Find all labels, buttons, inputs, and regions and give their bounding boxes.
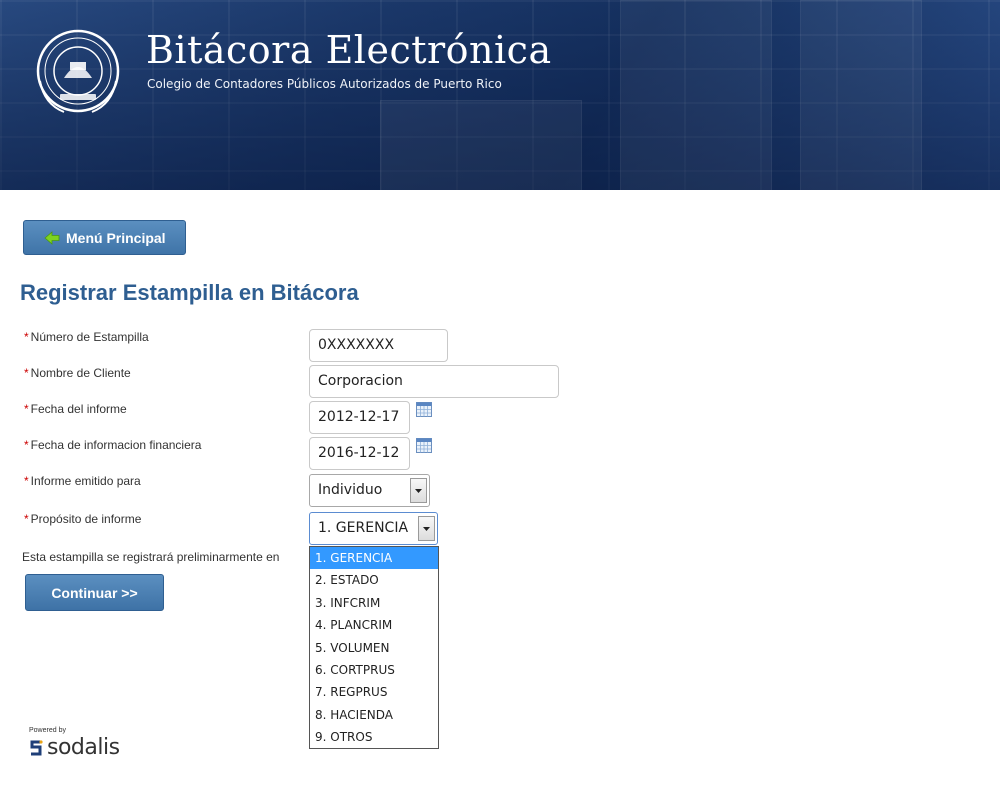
menu-principal-label: Menú Principal xyxy=(66,229,166,246)
dropdown-option[interactable]: 7. REGPRUS xyxy=(310,681,438,703)
calendar-icon[interactable] xyxy=(416,438,432,453)
required-marker: * xyxy=(24,330,29,344)
label-numero-estampilla: * Número de Estampilla xyxy=(24,330,149,344)
dropdown-option[interactable]: 2. ESTADO xyxy=(310,569,438,591)
dropdown-option[interactable]: 4. PLANCRIM xyxy=(310,614,438,636)
label-text: Fecha de informacion financiera xyxy=(30,438,202,452)
required-marker: * xyxy=(24,438,29,452)
page-title: Registrar Estampilla en Bitácora xyxy=(20,280,359,305)
label-text: Nombre de Cliente xyxy=(30,366,131,380)
calendar-icon[interactable] xyxy=(416,402,432,417)
required-marker: * xyxy=(24,474,29,488)
label-text: Propósito de informe xyxy=(30,512,142,526)
powered-by-text: Powered by xyxy=(29,727,66,734)
app-subtitle: Colegio de Contadores Públicos Autorizad… xyxy=(147,77,502,91)
banner-glass-panel xyxy=(620,0,772,190)
label-text: Fecha del informe xyxy=(30,402,127,416)
chevron-down-icon[interactable] xyxy=(418,516,435,541)
dropdown-option[interactable]: 8. HACIENDA xyxy=(310,704,438,726)
label-text: Número de Estampilla xyxy=(30,330,149,344)
banner-glass-panel xyxy=(380,100,582,190)
required-marker: * xyxy=(24,402,29,416)
required-marker: * xyxy=(24,366,29,380)
chevron-down-icon[interactable] xyxy=(410,478,427,503)
banner-glass-panel xyxy=(800,0,922,190)
proposito-informe-select[interactable]: 1. GERENCIA xyxy=(309,512,438,545)
menu-principal-button[interactable]: Menú Principal xyxy=(23,220,186,255)
fecha-informe-input[interactable]: 2012-12-17 xyxy=(309,401,410,434)
fecha-info-financiera-input[interactable]: 2016-12-12 xyxy=(309,437,410,470)
dropdown-option[interactable]: 3. INFCRIM xyxy=(310,592,438,614)
seal-logo-icon xyxy=(36,29,120,113)
dropdown-option[interactable]: 6. CORTPRUS xyxy=(310,659,438,681)
label-proposito-informe: * Propósito de informe xyxy=(24,512,141,526)
app-title: Bitácora Electrónica xyxy=(146,28,552,72)
label-fecha-informe: * Fecha del informe xyxy=(24,402,127,416)
dropdown-option[interactable]: 5. VOLUMEN xyxy=(310,637,438,659)
proposito-options-list: 1. GERENCIA 2. ESTADO 3. INFCRIM 4. PLAN… xyxy=(309,546,439,749)
dropdown-option[interactable]: 9. OTROS xyxy=(310,726,438,748)
sodalis-mark-icon xyxy=(29,738,43,757)
sodalis-brand: sodalis xyxy=(47,735,120,760)
header-banner: Bitácora Electrónica Colegio de Contador… xyxy=(0,0,1000,190)
label-informe-emitido: * Informe emitido para xyxy=(24,474,141,488)
required-marker: * xyxy=(24,512,29,526)
label-fecha-info-financiera: * Fecha de informacion financiera xyxy=(24,438,201,452)
proposito-informe-value: 1. GERENCIA xyxy=(318,520,409,536)
informe-emitido-value: Individuo xyxy=(318,482,383,498)
arrow-left-icon xyxy=(44,230,60,245)
nombre-cliente-input[interactable]: Corporacion xyxy=(309,365,559,398)
numero-estampilla-input[interactable]: 0XXXXXXX xyxy=(309,329,448,362)
sodalis-logo: sodalis xyxy=(29,735,120,760)
dropdown-option[interactable]: 1. GERENCIA xyxy=(310,547,438,570)
continuar-button[interactable]: Continuar >> xyxy=(25,574,164,611)
label-text: Informe emitido para xyxy=(30,474,141,488)
label-nombre-cliente: * Nombre de Cliente xyxy=(24,366,131,380)
informe-emitido-select[interactable]: Individuo xyxy=(309,474,430,507)
registration-note: Esta estampilla se registrará preliminar… xyxy=(22,550,280,564)
